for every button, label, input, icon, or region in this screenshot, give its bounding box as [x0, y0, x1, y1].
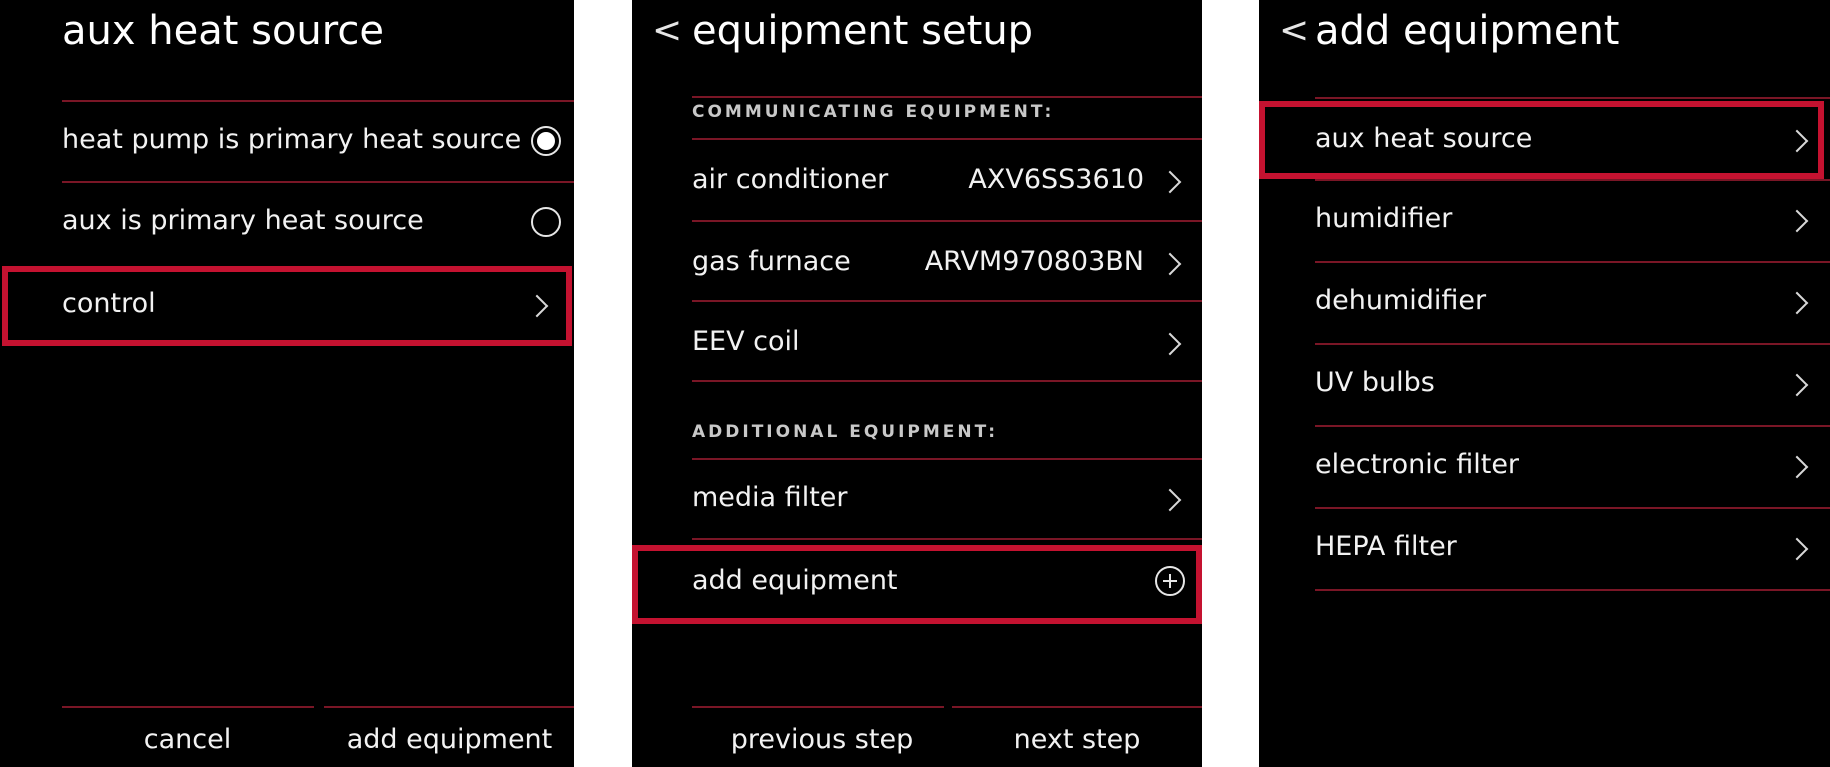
next-step-button[interactable]: next step — [977, 724, 1177, 755]
cancel-button[interactable]: cancel — [120, 724, 255, 755]
radio-selected-icon[interactable] — [531, 126, 561, 156]
divider — [692, 380, 1202, 382]
page-title: aux heat source — [62, 8, 384, 54]
item-label: electronic filter — [1315, 449, 1520, 480]
media-filter-item[interactable]: media filter — [632, 460, 1202, 538]
divider — [1315, 97, 1830, 99]
item-label: EEV coil — [692, 326, 800, 357]
page-title: equipment setup — [692, 8, 1034, 54]
divider — [324, 706, 574, 708]
item-label: media filter — [692, 482, 848, 513]
back-chevron-icon[interactable]: < — [652, 10, 682, 51]
option-heat-pump-primary[interactable]: heat pump is primary heat source — [0, 102, 574, 182]
model-number: AXV6SS3610 — [968, 164, 1144, 195]
list-item-uv-bulbs[interactable]: UV bulbs — [1259, 345, 1830, 425]
option-label: aux is primary heat source — [62, 205, 424, 236]
chevron-right-icon — [1785, 373, 1809, 397]
chevron-right-icon — [1785, 537, 1809, 561]
divider — [692, 706, 944, 708]
chevron-right-icon — [1785, 209, 1809, 233]
divider — [62, 706, 314, 708]
item-label: humidifier — [1315, 203, 1453, 234]
equipment-setup-screen: < equipment setup COMMUNICATING EQUIPMEN… — [632, 0, 1202, 767]
model-number: ARVM970803BN — [924, 246, 1144, 277]
previous-step-button[interactable]: previous step — [722, 724, 922, 755]
section-header: COMMUNICATING EQUIPMENT: — [692, 102, 1055, 122]
highlight-box — [632, 545, 1202, 624]
gas-furnace-item[interactable]: gas furnace ARVM970803BN — [632, 222, 1202, 302]
chevron-right-icon — [1158, 332, 1182, 356]
divider — [692, 96, 1202, 98]
page-title: add equipment — [1315, 8, 1620, 54]
chevron-right-icon — [1785, 291, 1809, 315]
list-item-hepa-filter[interactable]: HEPA filter — [1259, 509, 1830, 589]
add-equipment-screen: < add equipment aux heat source humidifi… — [1259, 0, 1830, 767]
chevron-right-icon — [1158, 488, 1182, 512]
eev-coil-item[interactable]: EEV coil — [632, 302, 1202, 382]
list-item-dehumidifier[interactable]: dehumidifier — [1259, 263, 1830, 343]
add-equipment-button[interactable]: add equipment — [342, 724, 557, 755]
section-header: ADDITIONAL EQUIPMENT: — [692, 422, 999, 442]
item-label: dehumidifier — [1315, 285, 1487, 316]
back-chevron-icon[interactable]: < — [1279, 10, 1309, 51]
item-label: air conditioner — [692, 164, 889, 195]
option-label: heat pump is primary heat source — [62, 124, 522, 155]
list-item-electronic-filter[interactable]: electronic filter — [1259, 427, 1830, 507]
item-label: HEPA filter — [1315, 531, 1457, 562]
item-label: UV bulbs — [1315, 367, 1435, 398]
chevron-right-icon — [1158, 170, 1182, 194]
item-label: gas furnace — [692, 246, 851, 277]
list-item-humidifier[interactable]: humidifier — [1259, 181, 1830, 261]
option-aux-primary[interactable]: aux is primary heat source — [0, 183, 574, 263]
chevron-right-icon — [1158, 252, 1182, 276]
divider — [952, 706, 1202, 708]
air-conditioner-item[interactable]: air conditioner AXV6SS3610 — [632, 140, 1202, 220]
chevron-right-icon — [1785, 455, 1809, 479]
highlight-box — [1259, 101, 1824, 179]
highlight-box — [2, 266, 572, 346]
divider — [692, 538, 1202, 540]
aux-heat-source-screen: aux heat source heat pump is primary hea… — [0, 0, 574, 767]
divider — [1315, 589, 1830, 591]
radio-unselected-icon[interactable] — [531, 207, 561, 237]
